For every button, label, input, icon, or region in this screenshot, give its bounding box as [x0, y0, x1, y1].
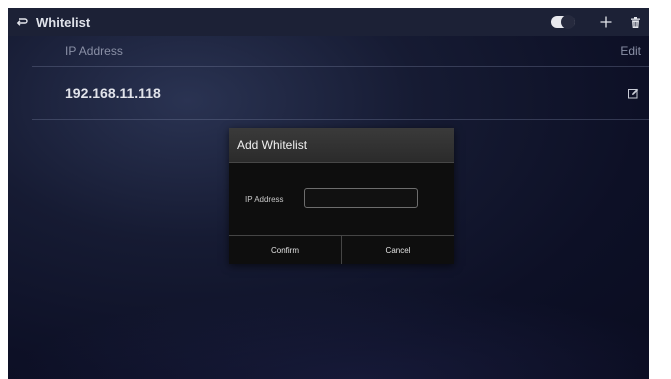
- dialog-body: IP Address: [229, 163, 454, 235]
- whitelist-toggle[interactable]: [551, 15, 575, 29]
- whitelist-screen: Whitelist IP Address Edit 192.168.11.118: [8, 8, 649, 379]
- ip-column-header: IP Address: [65, 44, 123, 58]
- ip-address-input[interactable]: [304, 188, 418, 208]
- dialog-footer: Confirm Cancel: [229, 235, 454, 264]
- delete-button[interactable]: [629, 15, 641, 29]
- ip-address-label: IP Address: [245, 195, 284, 204]
- dialog-header: Add Whitelist: [229, 128, 454, 163]
- cancel-button[interactable]: Cancel: [341, 236, 454, 264]
- page-title: Whitelist: [36, 14, 91, 30]
- trash-icon: [630, 16, 640, 28]
- row-divider: [32, 119, 649, 120]
- add-whitelist-dialog: Add Whitelist IP Address Confirm Cancel: [229, 128, 454, 264]
- table-row[interactable]: 192.168.11.118: [8, 67, 649, 119]
- confirm-button[interactable]: Confirm: [229, 236, 341, 264]
- return-arrow-icon: [16, 18, 28, 26]
- plus-icon: [600, 16, 612, 28]
- edit-icon: [627, 88, 638, 98]
- table-header: IP Address Edit: [8, 36, 649, 66]
- edit-row-button[interactable]: [627, 87, 639, 99]
- add-button[interactable]: [599, 13, 613, 31]
- toggle-knob: [561, 15, 575, 29]
- edit-column-header: Edit: [620, 44, 641, 58]
- back-button[interactable]: [10, 8, 34, 36]
- top-bar: Whitelist: [8, 8, 649, 36]
- ip-address-value: 192.168.11.118: [65, 85, 161, 101]
- dialog-title: Add Whitelist: [237, 138, 308, 152]
